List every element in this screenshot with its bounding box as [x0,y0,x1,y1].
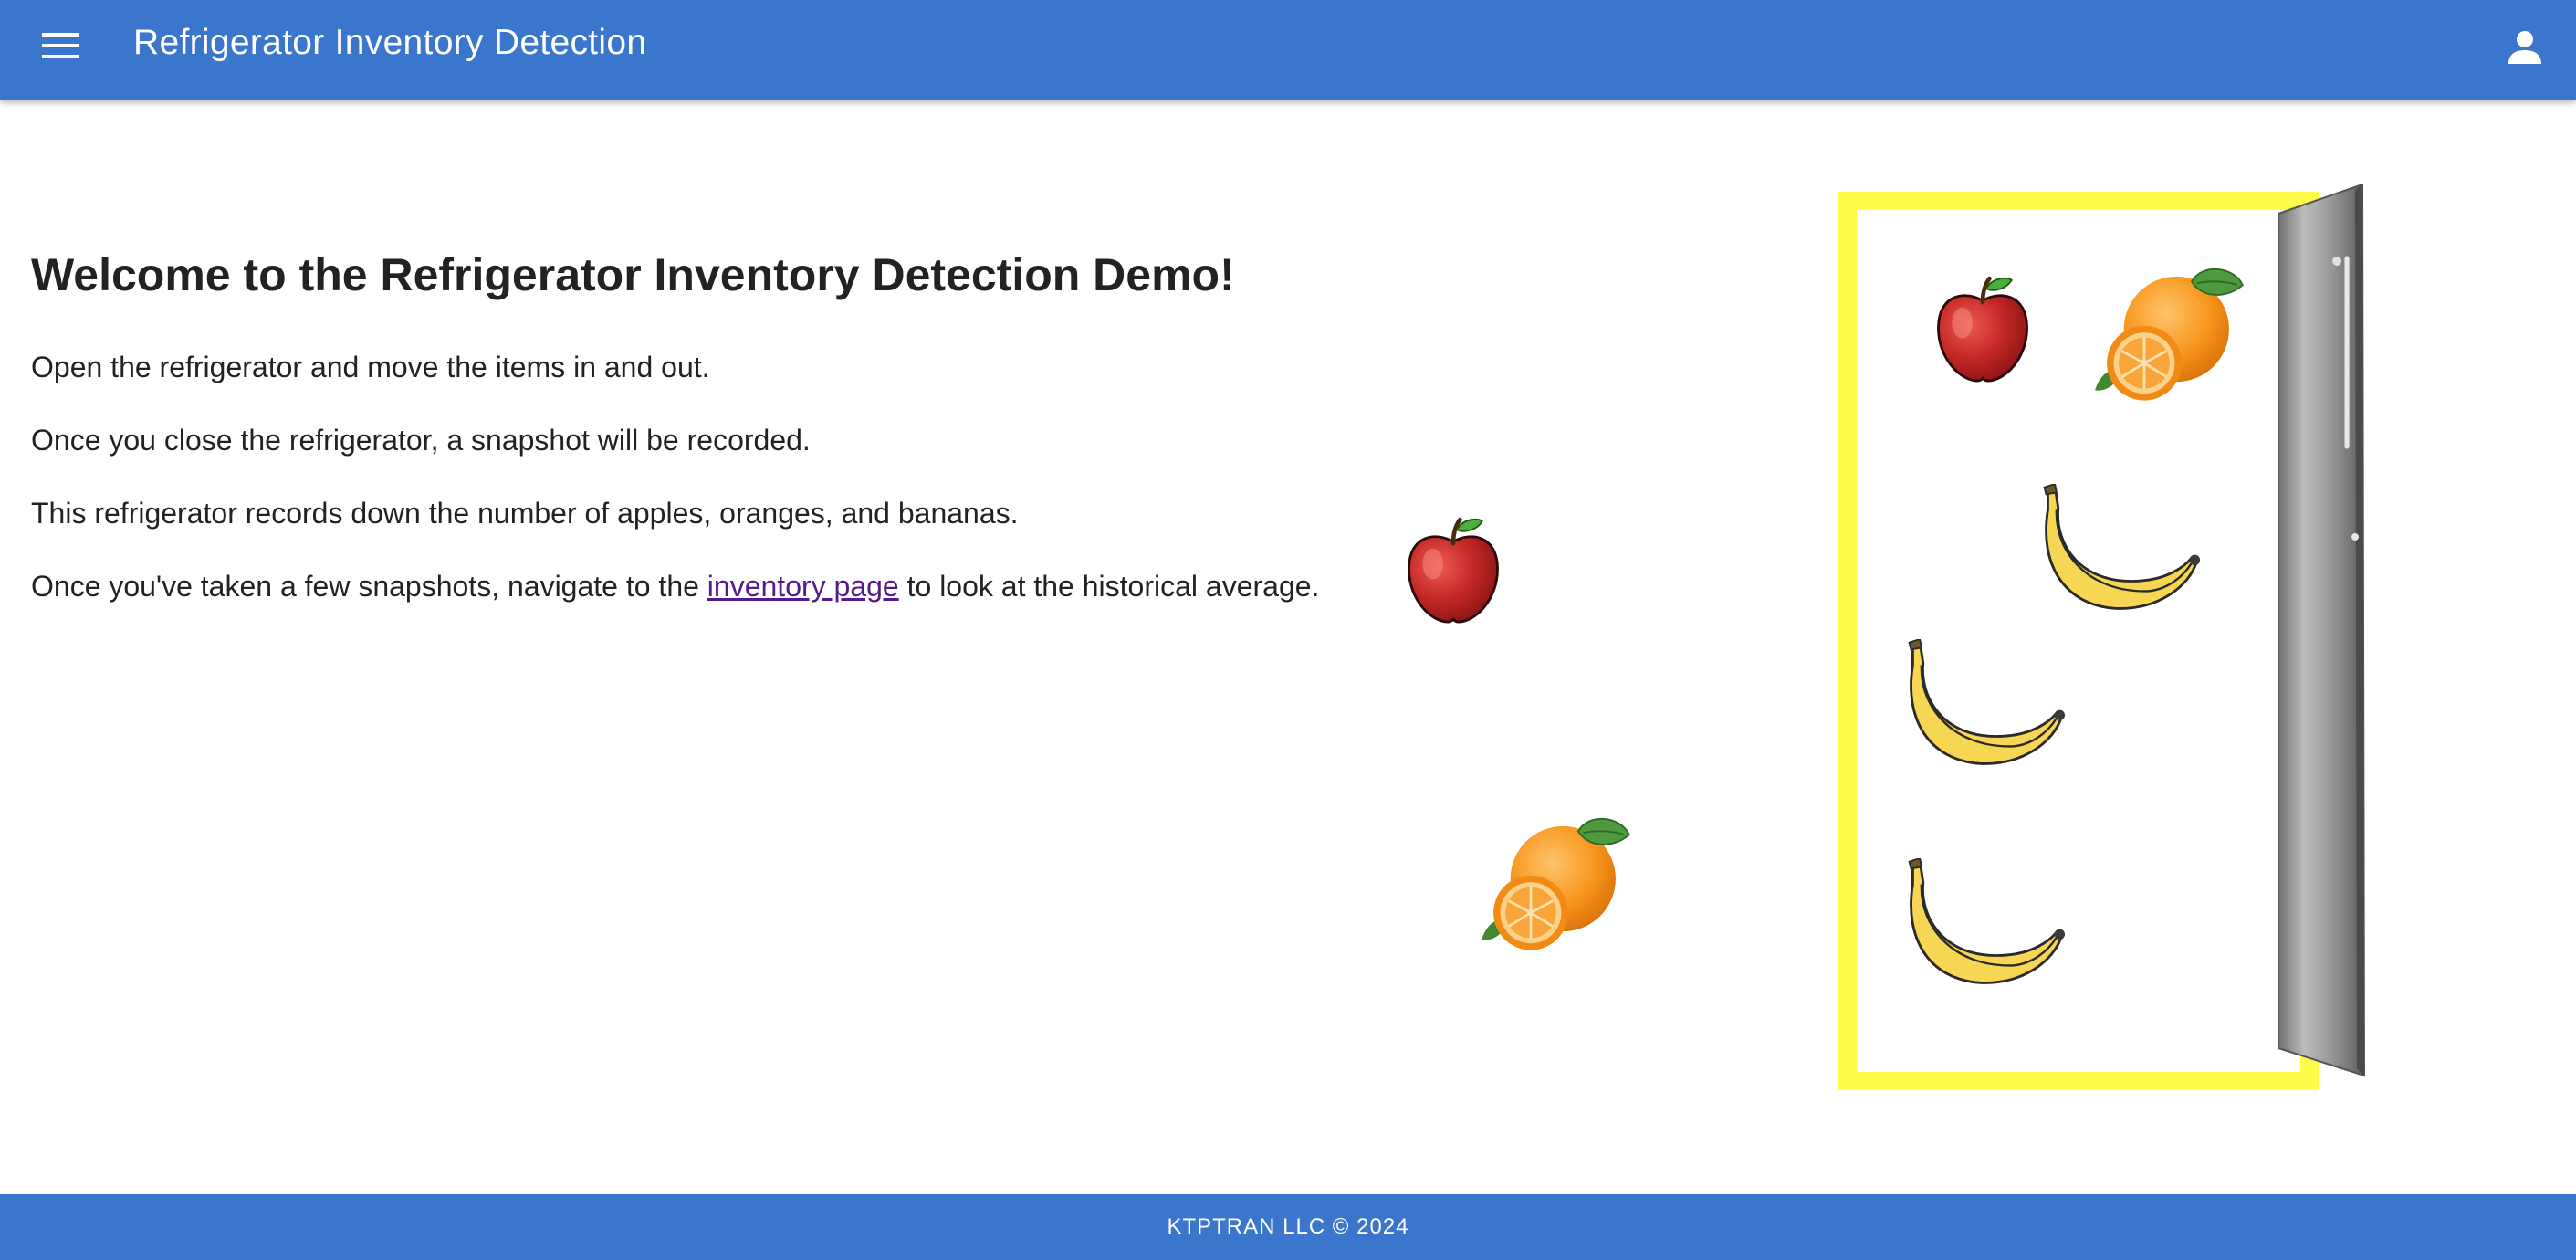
orange-in-fridge[interactable] [2085,263,2251,407]
orange-outside[interactable] [1471,813,1638,957]
instruction-paragraph-4: Once you've taken a few snapshots, navig… [31,566,1319,606]
instruction-paragraph-2: Once you close the refrigerator, a snaps… [31,424,811,457]
inventory-page-link[interactable]: inventory page [707,570,899,603]
footer-copyright: KTPTRAN LLC © 2024 [1167,1214,1409,1239]
menu-button[interactable] [37,22,84,69]
banana-in-fridge-3[interactable] [1901,858,2068,988]
app-title: Refrigerator Inventory Detection [133,23,647,62]
apple-outside[interactable] [1402,515,1504,628]
paragraph-text-after-link: to look at the historical average. [898,570,1320,603]
instruction-paragraph-1: Open the refrigerator and move the items… [31,351,710,383]
app-bar: Refrigerator Inventory Detection [0,0,2576,100]
banana-in-fridge-2[interactable] [1901,639,2068,769]
page-title: Welcome to the Refrigerator Inventory De… [31,249,1235,300]
main-content: Welcome to the Refrigerator Inventory De… [31,239,1382,603]
menu-icon [42,33,79,58]
account-button[interactable] [2497,20,2552,75]
banana-in-fridge-1[interactable] [2036,484,2204,614]
footer: KTPTRAN LLC © 2024 [0,1194,2576,1260]
instruction-paragraph-3: This refrigerator records down the numbe… [31,497,1019,530]
apple-in-fridge[interactable] [1932,274,2034,387]
account-icon [2508,31,2541,64]
paragraph-text-before-link: Once you've taken a few snapshots, navig… [31,570,707,603]
